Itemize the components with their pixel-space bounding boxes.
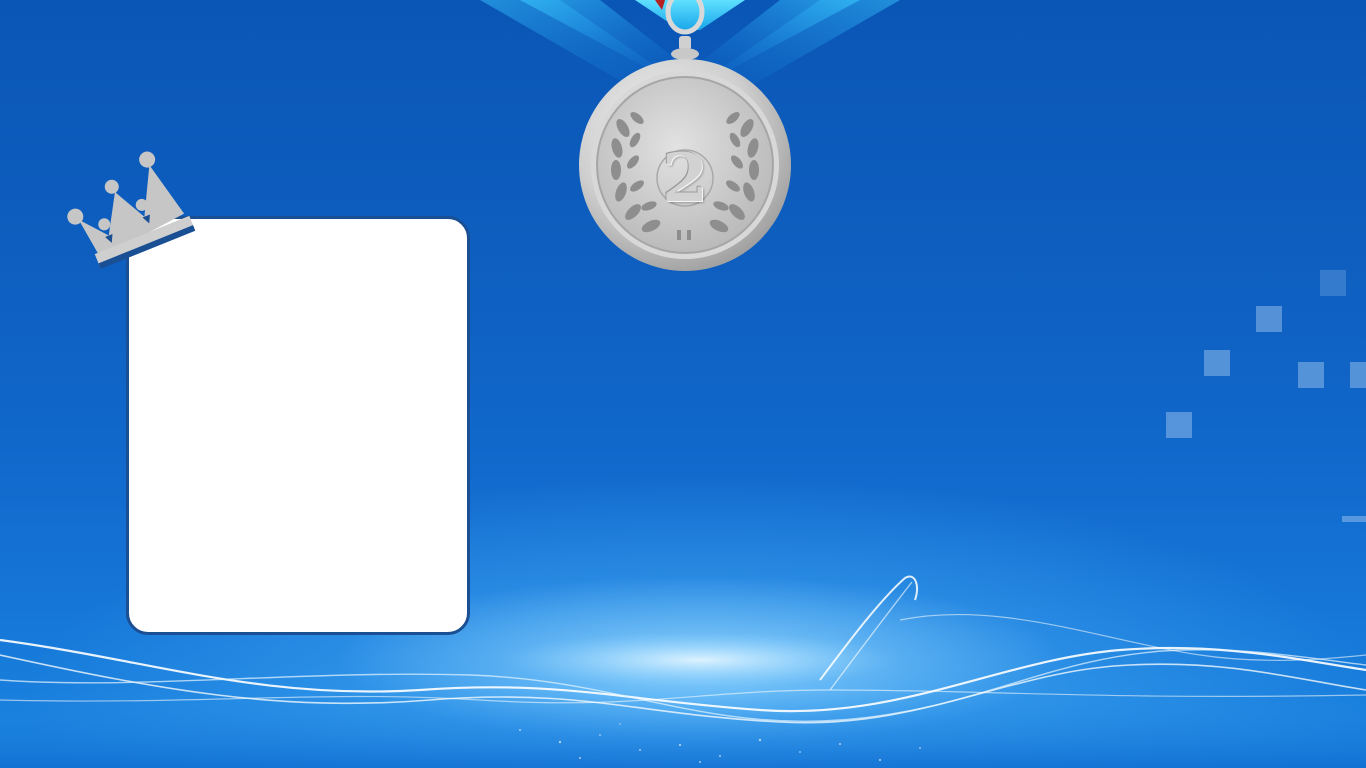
certificate-background: 2	[0, 0, 1366, 768]
decor-square	[1166, 412, 1192, 438]
photo-frame	[126, 216, 470, 635]
decor-square	[1256, 306, 1282, 332]
decor-square	[1350, 362, 1366, 388]
crown-icon	[67, 151, 196, 269]
medal-rank-number: 2	[662, 139, 708, 217]
decor-square	[1320, 270, 1346, 296]
decor-square	[1298, 362, 1324, 388]
decor-square	[1204, 350, 1230, 376]
decor-square	[1342, 516, 1366, 522]
